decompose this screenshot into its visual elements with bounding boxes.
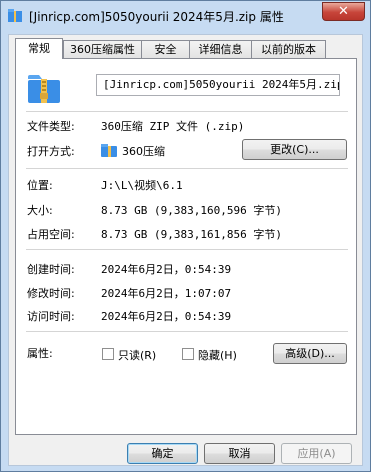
dialog-client: 常规 360压缩属性 安全 详细信息 以前的版本 [Jinricp.com]50… <box>8 34 363 466</box>
hidden-label[interactable]: 隐藏(H) <box>198 347 237 363</box>
location-value: J:\L\视频\6.1 <box>101 179 183 192</box>
size-value: 8.73 GB (9,383,160,596 字节) <box>101 204 282 217</box>
general-panel: [Jinricp.com]5050yourii 2024年5月.zip 文件类型… <box>15 58 357 435</box>
cancel-button[interactable]: 取消 <box>204 443 275 464</box>
open-with-label: 打开方式: <box>27 145 75 158</box>
window-title: [Jinricp.com]5050yourii 2024年5月.zip 属性 <box>29 10 284 24</box>
readonly-checkbox[interactable] <box>102 348 114 360</box>
separator <box>26 331 348 332</box>
readonly-label[interactable]: 只读(R) <box>118 347 156 363</box>
attributes-label: 属性: <box>27 347 53 360</box>
zip-archive-icon <box>28 75 60 103</box>
accessed-label: 访问时间: <box>27 310 75 323</box>
file-type-label: 文件类型: <box>27 120 75 133</box>
size-on-disk-value: 8.73 GB (9,383,161,856 字节) <box>101 228 282 241</box>
360zip-app-icon <box>101 144 117 157</box>
title-bar[interactable]: [Jinricp.com]5050yourii 2024年5月.zip 属性 ✕ <box>1 1 370 31</box>
apply-button[interactable]: 应用(A) <box>281 443 352 464</box>
size-on-disk-label: 占用空间: <box>27 228 75 241</box>
size-label: 大小: <box>27 204 53 217</box>
location-label: 位置: <box>27 179 53 192</box>
tab-360-archive[interactable]: 360压缩属性 <box>63 40 142 58</box>
file-name-input[interactable]: [Jinricp.com]5050yourii 2024年5月.zip <box>96 74 340 96</box>
tab-previous-versions[interactable]: 以前的版本 <box>251 40 326 58</box>
zip-file-icon <box>8 9 22 22</box>
change-button[interactable]: 更改(C)... <box>242 139 347 160</box>
separator <box>26 111 348 112</box>
close-button[interactable]: ✕ <box>322 2 365 21</box>
advanced-button[interactable]: 高级(D)... <box>273 343 347 364</box>
modified-label: 修改时间: <box>27 287 75 300</box>
created-value: 2024年6月2日，0:54:39 <box>101 263 232 276</box>
hidden-checkbox[interactable] <box>182 348 194 360</box>
open-with-value: 360压缩 <box>122 145 165 158</box>
created-label: 创建时间: <box>27 263 75 276</box>
file-type-value: 360压缩 ZIP 文件 (.zip) <box>101 120 245 133</box>
tab-details[interactable]: 详细信息 <box>189 40 252 58</box>
tab-security[interactable]: 安全 <box>141 40 190 58</box>
ok-button[interactable]: 确定 <box>127 443 198 464</box>
modified-value: 2024年6月2日，1:07:07 <box>101 287 232 300</box>
separator <box>26 249 348 250</box>
properties-window: [Jinricp.com]5050yourii 2024年5月.zip 属性 ✕… <box>0 0 371 472</box>
tab-general[interactable]: 常规 <box>15 38 63 59</box>
accessed-value: 2024年6月2日，0:54:39 <box>101 310 232 323</box>
separator <box>26 168 348 169</box>
